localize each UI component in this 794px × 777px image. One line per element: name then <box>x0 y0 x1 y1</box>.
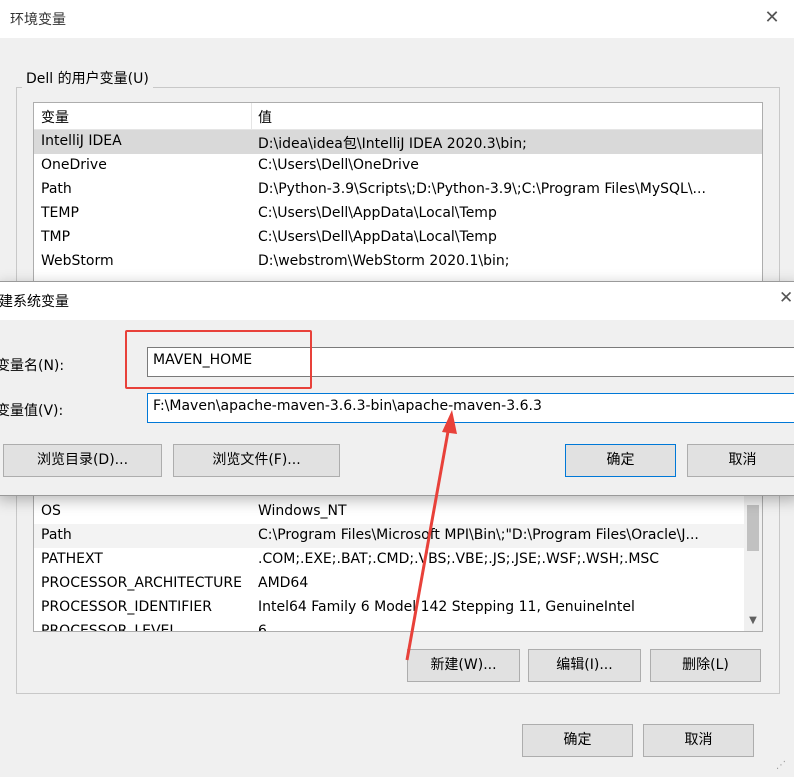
annotation-arrow-icon <box>405 410 457 661</box>
